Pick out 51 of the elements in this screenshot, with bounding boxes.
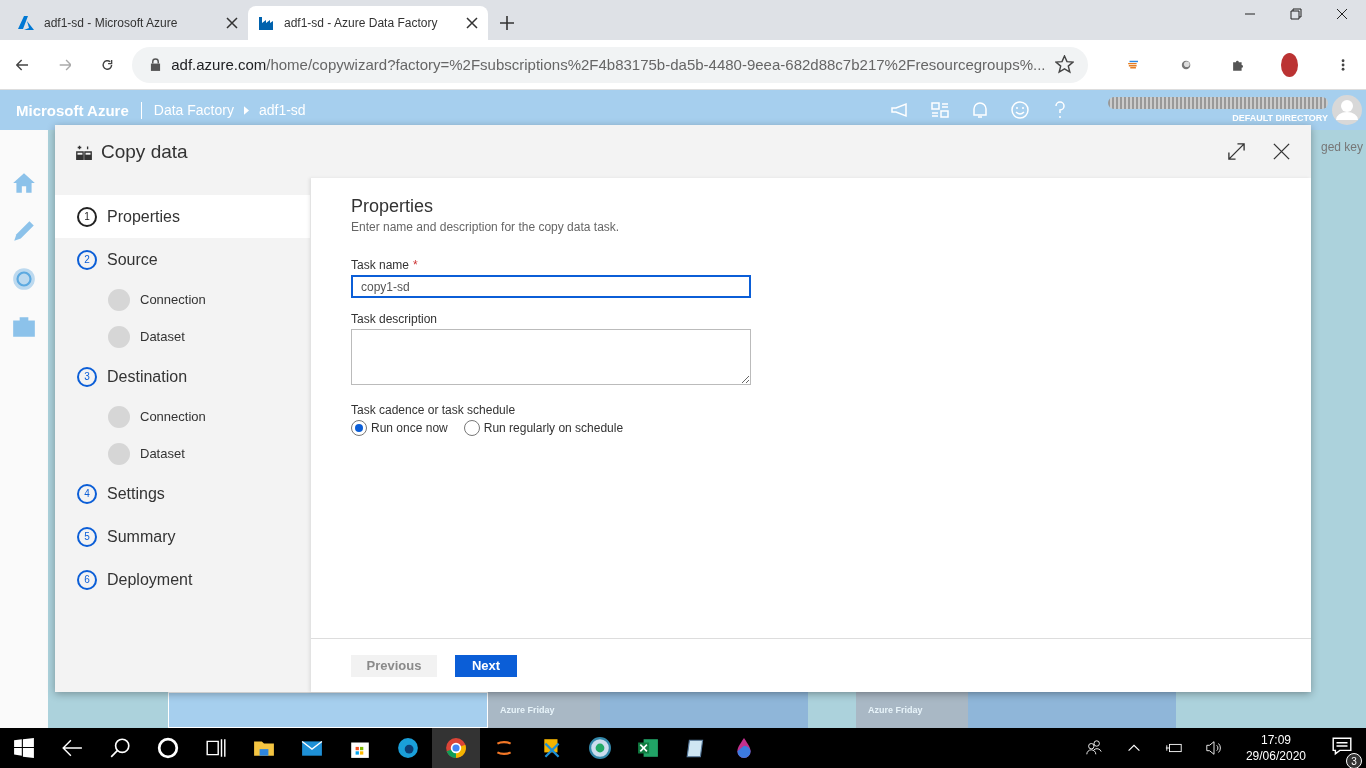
close-icon[interactable] xyxy=(1272,142,1291,161)
taskbar-clock[interactable]: 17:09 29/06/2020 xyxy=(1233,733,1318,763)
chevron-right-icon xyxy=(243,105,249,115)
new-tab-icon[interactable] xyxy=(500,16,514,30)
close-icon[interactable] xyxy=(1336,8,1348,20)
triangle-logo-icon xyxy=(18,15,34,31)
field-label: Task cadence or task schedule xyxy=(351,403,517,417)
wizard-step[interactable]: 3 Destination xyxy=(55,355,310,398)
url-text: adf.azure.com/home/copywizard?factory=%2Fsubscriptions%2F4b83175b-da5b-4480-9eea-682d88c7b217%2Fresourcegroups%... xyxy=(171,56,1046,73)
expand-icon[interactable] xyxy=(1227,142,1246,161)
browser-tab[interactable]: adf1-sd - Azure Data Factory xyxy=(248,6,488,40)
factory-icon xyxy=(258,15,274,31)
video-card-title: Azure Friday xyxy=(868,705,923,715)
star-icon[interactable] xyxy=(1055,55,1075,74)
clock-time: 17:09 xyxy=(1260,733,1291,747)
close-icon[interactable] xyxy=(226,17,238,29)
close-icon[interactable] xyxy=(466,17,478,29)
wizard-step[interactable]: 4 Settings xyxy=(55,472,310,515)
wizard-step[interactable]: 2 Source xyxy=(55,238,310,281)
wizard-step[interactable]: 1 Properties xyxy=(55,195,310,238)
radio-option[interactable]: Run once now xyxy=(351,420,448,436)
substep-dot xyxy=(108,325,130,348)
profile-avatar[interactable] xyxy=(1280,52,1298,77)
required-mark: * xyxy=(413,258,418,272)
substep-label: Dataset xyxy=(140,329,185,344)
dialog-title: Copy data xyxy=(101,140,189,163)
background-text: ged key xyxy=(1320,140,1363,154)
substep-dot xyxy=(108,442,130,465)
browser-tab[interactable]: adf1-sd - Microsoft Azure xyxy=(8,6,248,40)
notification-count: 3 xyxy=(1346,753,1362,768)
radio-option[interactable]: Run regularly on schedule xyxy=(463,420,624,436)
section-description: Enter name and description for the copy data task. xyxy=(351,220,621,234)
input-field[interactable]: copy1-sd xyxy=(351,275,751,298)
wizard-step[interactable]: 5 Summary xyxy=(55,515,310,558)
wizard-step[interactable]: 6 Deployment xyxy=(55,558,310,601)
address-bar[interactable]: adf.azure.com/home/copywizard?factory=%2Fsubscriptions%2F4b83175b-da5b-4480-9eea-682d88c7b217%2Fresourcegroups%... xyxy=(132,46,1089,83)
directory-switch-icon[interactable] xyxy=(930,100,950,120)
video-card-title: Azure Friday xyxy=(500,705,555,715)
directory-label: DEFAULT DIRECTORY xyxy=(1232,113,1328,123)
substep-label: Dataset xyxy=(140,446,185,461)
substep-label: Connection xyxy=(140,409,206,424)
lock-icon xyxy=(150,58,162,71)
clock-date: 29/06/2020 xyxy=(1245,749,1306,763)
restore-icon[interactable] xyxy=(1290,8,1302,20)
next-button[interactable]: Next xyxy=(455,654,517,677)
substep-dot xyxy=(108,288,130,311)
section-heading: Properties xyxy=(351,196,435,217)
field-label: Task description xyxy=(351,312,439,326)
substep-label: Connection xyxy=(140,292,206,307)
field-label: Task name * xyxy=(351,258,419,272)
substep-dot xyxy=(108,405,130,428)
